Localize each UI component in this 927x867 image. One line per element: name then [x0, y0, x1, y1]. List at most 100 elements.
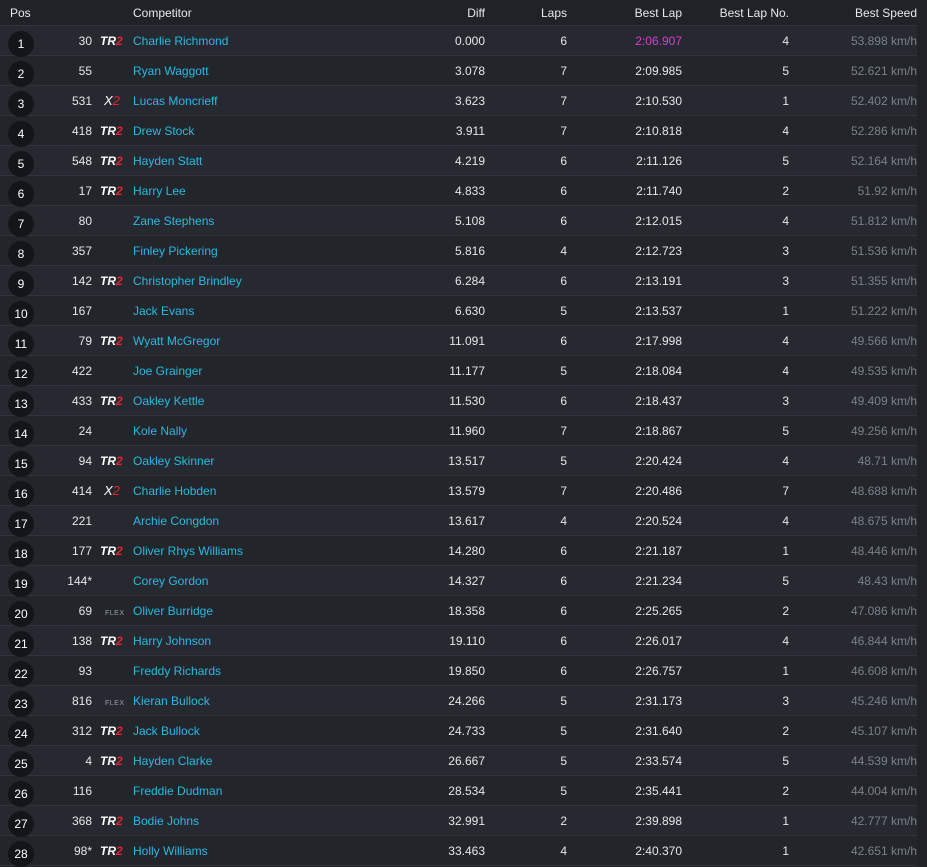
best-lap-cell: 2:35.441 — [635, 783, 682, 798]
table-row[interactable]: 2 55 Ryan Waggott 3.078 7 2:09.985 5 52.621 km/… — [0, 56, 917, 87]
best-lap-cell: 2:26.757 — [635, 663, 682, 678]
header-best-lap-no[interactable]: Best Lap No. — [682, 6, 789, 20]
table-row[interactable]: 25 4 TR2 Hayden Clarke 26.667 5 2:33.574 5 44.53… — [0, 746, 917, 777]
table-row[interactable]: 21 138 TR2 Harry Johnson 19.110 6 2:26.017 4 46.… — [0, 626, 917, 657]
best-lap-cell: 2:21.234 — [635, 573, 682, 588]
competitor-name-link[interactable]: Hayden Statt — [133, 154, 373, 168]
laps-cell: 6 — [560, 153, 567, 168]
best-speed-cell: 52.621 km/h — [850, 63, 917, 78]
competitor-name-link[interactable]: Hayden Clarke — [133, 754, 373, 768]
competitor-name-link[interactable]: Zane Stephens — [133, 214, 373, 228]
class-cell: TR2 — [92, 154, 133, 168]
best-lap-no-cell: 2 — [782, 603, 789, 618]
best-lap-no-cell: 4 — [782, 453, 789, 468]
competitor-name-link[interactable]: Freddy Richards — [133, 664, 373, 678]
table-row[interactable]: 5 548 TR2 Hayden Statt 4.219 6 2:11.126 5 52.164… — [0, 146, 917, 177]
car-number: 221 — [71, 513, 92, 528]
competitor-name-link[interactable]: Jack Bullock — [133, 724, 373, 738]
best-lap-no-cell: 1 — [782, 663, 789, 678]
diff-cell: 11.960 — [449, 423, 485, 438]
table-row[interactable]: 13 433 TR2 Oakley Kettle 11.530 6 2:18.437 3 49.… — [0, 386, 917, 417]
competitor-name-link[interactable]: Corey Gordon — [133, 574, 373, 588]
table-row[interactable]: 7 80 Zane Stephens 5.108 6 2:12.015 4 51.812 km… — [0, 206, 917, 237]
header-competitor[interactable]: Competitor — [133, 6, 373, 20]
best-speed-cell: 49.256 km/h — [850, 423, 917, 438]
competitor-name-link[interactable]: Lucas Moncrieff — [133, 94, 373, 108]
competitor-name-link[interactable]: Ryan Waggott — [133, 64, 373, 78]
table-row[interactable]: 1 30 TR2 Charlie Richmond 0.000 6 2:06.907 4 53.… — [0, 26, 917, 57]
table-row[interactable]: 12 422 Joe Grainger 11.177 5 2:18.084 4 49.535 … — [0, 356, 917, 387]
pos-cell: 21 — [0, 626, 40, 657]
competitor-name-link[interactable]: Joe Grainger — [133, 364, 373, 378]
table-row[interactable]: 18 177 TR2 Oliver Rhys Williams 14.280 6 2:21.… — [0, 536, 917, 567]
header-best-speed[interactable]: Best Speed — [789, 6, 917, 20]
table-row[interactable]: 23 816 FLEX Kieran Bullock 24.266 5 2:31.173 3 4… — [0, 686, 917, 717]
table-row[interactable]: 3 531 X2 Lucas Moncrieff 3.623 7 2:10.530 1 52.4… — [0, 86, 917, 117]
position-badge: 7 — [8, 211, 34, 237]
car-number: 116 — [72, 783, 92, 798]
header-pos[interactable]: Pos — [0, 0, 40, 25]
table-row[interactable]: 19 144* Corey Gordon 14.327 6 2:21.234 5 48.43 … — [0, 566, 917, 597]
competitor-name-link[interactable]: Oakley Kettle — [133, 394, 373, 408]
class-badge-tr2: TR2 — [100, 813, 123, 828]
competitor-name-link[interactable]: Holly Williams — [133, 844, 373, 858]
best-lap-cell: 2:13.537 — [635, 303, 682, 318]
competitor-name-link[interactable]: Kole Nally — [133, 424, 373, 438]
car-number: 80 — [78, 213, 92, 228]
table-row[interactable]: 16 414 X2 Charlie Hobden 13.579 7 2:20.486 7 48.… — [0, 476, 917, 507]
pos-cell: 27 — [0, 806, 40, 837]
competitor-name-link[interactable]: Charlie Hobden — [133, 484, 373, 498]
competitor-name-link[interactable]: Kieran Bullock — [133, 694, 373, 708]
competitor-name-link[interactable]: Wyatt McGregor — [133, 334, 373, 348]
table-row[interactable]: 26 116 Freddie Dudman 28.534 5 2:35.441 2 44.00… — [0, 776, 917, 807]
table-row[interactable]: 8 357 Finley Pickering 5.816 4 2:12.723 3 51.53… — [0, 236, 917, 267]
car-number: 548 — [71, 153, 92, 168]
table-row[interactable]: 24 312 TR2 Jack Bullock 24.733 5 2:31.640 2 45.1… — [0, 716, 917, 747]
competitor-name-link[interactable]: Freddie Dudman — [133, 784, 373, 798]
table-row[interactable]: 11 79 TR2 Wyatt McGregor 11.091 6 2:17.998 4 49.… — [0, 326, 917, 357]
header-diff[interactable]: Diff — [373, 6, 485, 20]
competitor-name-link[interactable]: Finley Pickering — [133, 244, 373, 258]
competitor-name-link[interactable]: Bodie Johns — [133, 814, 373, 828]
best-speed-cell: 49.566 km/h — [850, 333, 917, 348]
competitor-name-link[interactable]: Jack Evans — [133, 304, 373, 318]
position-badge: 8 — [8, 241, 34, 267]
competitor-name-link[interactable]: Drew Stock — [133, 124, 373, 138]
laps-cell: 5 — [560, 363, 567, 378]
competitor-name-link[interactable]: Oliver Rhys Williams — [133, 544, 373, 558]
table-row[interactable]: 28 98* TR2 Holly Williams 33.463 4 2:40.370 1 42… — [0, 836, 917, 867]
header-best-lap[interactable]: Best Lap — [567, 6, 682, 20]
header-laps[interactable]: Laps — [485, 6, 567, 20]
car-number: 422 — [71, 363, 92, 378]
position-badge: 22 — [8, 661, 34, 687]
table-row[interactable]: 20 69 FLEX Oliver Burridge 18.358 6 2:25.265 2 4… — [0, 596, 917, 627]
competitor-name-link[interactable]: Oliver Burridge — [133, 604, 373, 618]
competitor-name-link[interactable]: Harry Lee — [133, 184, 373, 198]
table-row[interactable]: 6 17 TR2 Harry Lee 4.833 6 2:11.740 2 51.92 km/h — [0, 176, 917, 207]
competitor-name-link[interactable]: Charlie Richmond — [133, 34, 373, 48]
diff-cell: 18.358 — [448, 603, 485, 618]
competitor-name-link[interactable]: Harry Johnson — [133, 634, 373, 648]
laps-cell: 6 — [560, 573, 567, 588]
table-row[interactable]: 14 24 Kole Nally 11.960 7 2:18.867 5 49.256 km/… — [0, 416, 917, 447]
position-badge: 21 — [8, 631, 34, 657]
table-row[interactable]: 22 93 Freddy Richards 19.850 6 2:26.757 1 46.60… — [0, 656, 917, 687]
competitor-name-link[interactable]: Christopher Brindley — [133, 274, 373, 288]
class-badge-flex: FLEX — [105, 609, 125, 617]
car-number: 138 — [71, 633, 92, 648]
competitor-name-link[interactable]: Oakley Skinner — [133, 454, 373, 468]
best-lap-cell: 2:33.574 — [635, 753, 682, 768]
best-lap-no-cell: 4 — [782, 123, 789, 138]
diff-cell: 4.219 — [454, 153, 485, 168]
pos-cell: 7 — [0, 206, 40, 237]
table-row[interactable]: 27 368 TR2 Bodie Johns 32.991 2 2:39.898 1 42.77… — [0, 806, 917, 837]
table-row[interactable]: 10 167 Jack Evans 6.630 5 2:13.537 1 51.222 km/… — [0, 296, 917, 327]
class-cell: TR2 — [92, 184, 133, 198]
best-lap-no-cell: 4 — [782, 333, 789, 348]
table-row[interactable]: 15 94 TR2 Oakley Skinner 13.517 5 2:20.424 4 48.… — [0, 446, 917, 477]
pos-cell: 18 — [0, 536, 40, 567]
table-row[interactable]: 17 221 Archie Congdon 13.617 4 2:20.524 4 48.67… — [0, 506, 917, 537]
competitor-name-link[interactable]: Archie Congdon — [133, 514, 373, 528]
table-row[interactable]: 9 142 TR2 Christopher Brindley 6.284 6 2:13.19… — [0, 266, 917, 297]
table-row[interactable]: 4 418 TR2 Drew Stock 3.911 7 2:10.818 4 52.286 k… — [0, 116, 917, 147]
